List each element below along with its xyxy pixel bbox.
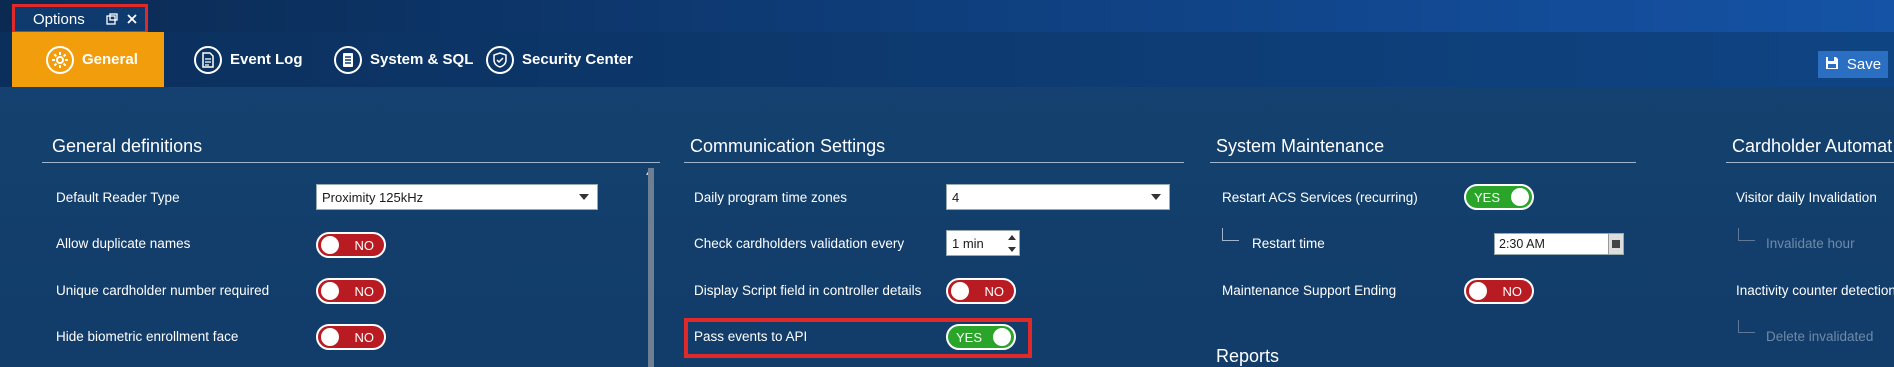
floppy-disk-icon [1825, 56, 1839, 74]
inactivity-counter-label: Inactivity counter detection [1736, 283, 1894, 298]
daily-program-select[interactable]: 4 [946, 184, 1170, 210]
close-icon[interactable] [125, 12, 139, 26]
window-tab-options[interactable]: Options [12, 4, 148, 34]
hide-biometric-toggle[interactable]: NO [316, 324, 386, 350]
toggle-knob [1469, 282, 1487, 300]
default-reader-type-select[interactable]: Proximity 125kHz [316, 184, 598, 210]
restart-services-toggle[interactable]: YES [1464, 184, 1534, 210]
save-label: Save [1846, 56, 1882, 73]
tab-label: System & SQL [370, 51, 474, 68]
check-cardholders-label: Check cardholders validation every [694, 236, 905, 251]
restart-time-input[interactable]: 2:30 AM [1494, 233, 1624, 255]
select-value: Proximity 125kHz [322, 189, 424, 205]
section-divider [1726, 162, 1894, 163]
toggle-state: NO [984, 283, 1005, 299]
toggle-knob [993, 328, 1011, 346]
save-button[interactable]: Save [1818, 51, 1888, 78]
support-ending-label: Maintenance Support Ending [1222, 283, 1397, 298]
chevron-down-icon [579, 194, 589, 200]
allow-duplicate-names-toggle[interactable]: NO [316, 232, 386, 258]
gear-icon [46, 45, 74, 74]
toggle-knob [321, 282, 339, 300]
toggle-state: NO [354, 329, 375, 345]
restart-time-label: Restart time [1252, 236, 1325, 251]
tree-connector [1222, 228, 1239, 241]
tree-connector [1738, 320, 1755, 333]
toggle-state: YES [1474, 189, 1501, 205]
stepper-value: 1 min [952, 235, 984, 251]
display-script-toggle[interactable]: NO [946, 278, 1016, 304]
pass-events-toggle[interactable]: YES [946, 324, 1016, 350]
window-tab-title: Options [33, 10, 85, 28]
general-definitions-title: General definitions [52, 136, 203, 156]
default-reader-type-label: Default Reader Type [56, 190, 180, 205]
communication-settings-title: Communication Settings [690, 136, 886, 156]
tab-security-center[interactable]: Security Center [486, 32, 633, 87]
cardholder-automation-title: Cardholder Automat [1732, 136, 1893, 156]
tab-label: Security Center [522, 51, 633, 68]
toggle-knob [321, 328, 339, 346]
stepper-down-icon[interactable] [1008, 246, 1016, 252]
system-maintenance-title: System Maintenance [1216, 136, 1385, 156]
tree-connector [1738, 228, 1755, 241]
server-icon [334, 45, 362, 74]
popout-icon[interactable] [105, 12, 119, 26]
toggle-state: YES [956, 329, 983, 345]
hide-biometric-label: Hide biometric enrollment face [56, 329, 239, 344]
support-ending-toggle[interactable]: NO [1464, 278, 1534, 304]
toggle-state: NO [354, 237, 375, 253]
daily-program-label: Daily program time zones [694, 190, 848, 205]
time-value: 2:30 AM [1499, 237, 1545, 251]
toggle-knob [951, 282, 969, 300]
unique-cardholder-label: Unique cardholder number required [56, 283, 270, 298]
allow-duplicate-names-label: Allow duplicate names [56, 236, 191, 251]
tab-system-sql[interactable]: System & SQL [334, 32, 473, 87]
reports-title: Reports [1216, 346, 1280, 366]
delete-invalidated-label: Delete invalidated [1766, 329, 1874, 344]
toggle-knob [1511, 188, 1529, 206]
select-value: 4 [952, 189, 960, 205]
calendar-icon[interactable] [1608, 234, 1623, 254]
scrollbar[interactable] [648, 168, 654, 367]
stepper-up-icon[interactable] [1008, 234, 1016, 240]
title-bar [0, 0, 1894, 32]
toggle-knob [321, 236, 339, 254]
options-nav-bar: General Event Log System & SQL Security … [0, 32, 1894, 87]
unique-cardholder-toggle[interactable]: NO [316, 278, 386, 304]
tab-label: General [82, 51, 138, 68]
tab-event-log[interactable]: Event Log [194, 32, 303, 87]
tab-general[interactable]: General [12, 32, 164, 87]
visitor-invalidation-label: Visitor daily Invalidation [1736, 190, 1877, 205]
restart-services-label: Restart ACS Services (recurring) [1222, 190, 1418, 205]
section-divider [684, 162, 1184, 163]
toggle-state: NO [354, 283, 375, 299]
shield-icon [486, 45, 514, 74]
section-divider [1210, 162, 1636, 163]
toggle-state: NO [1502, 283, 1523, 299]
pass-events-label: Pass events to API [694, 329, 808, 344]
tab-label: Event Log [230, 51, 303, 68]
display-script-label: Display Script field in controller detai… [694, 283, 922, 298]
check-cardholders-stepper[interactable]: 1 min [946, 230, 1020, 256]
chevron-down-icon [1151, 194, 1161, 200]
invalidate-hour-label: Invalidate hour [1766, 236, 1855, 251]
section-divider [42, 162, 660, 163]
document-icon [194, 45, 222, 74]
